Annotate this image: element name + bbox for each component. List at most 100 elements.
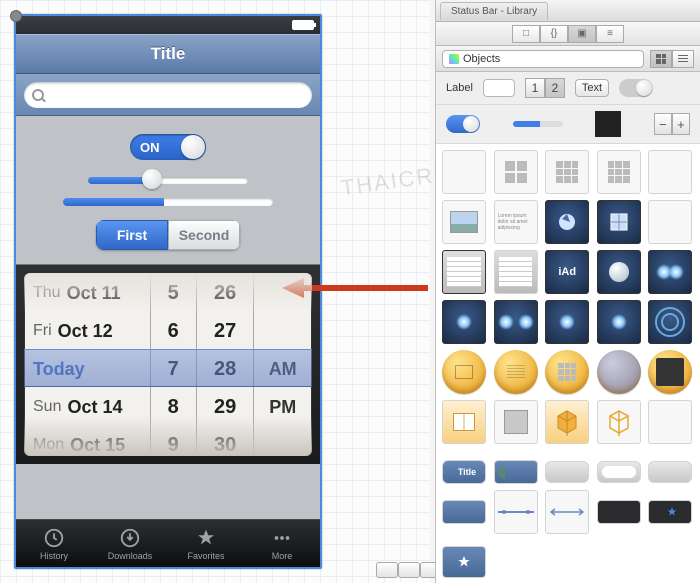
inspector-tab-object[interactable]: ▣: [568, 25, 596, 43]
lib-item-tableview[interactable]: [442, 150, 486, 194]
lib-item-rings[interactable]: [648, 300, 692, 344]
view-mode-toggle[interactable]: [650, 50, 694, 68]
label-sample[interactable]: Label: [446, 82, 473, 94]
inspector-tab-code[interactable]: {}: [540, 25, 568, 43]
progress-bar: [63, 198, 273, 206]
library-panel: Status Bar - Library □ {} ▣ ≡ Objects La…: [435, 0, 700, 583]
iphone-canvas[interactable]: Title ON First Second ThuOct 11 Fri: [14, 14, 322, 569]
lib-item-toolbar[interactable]: [545, 461, 589, 483]
lib-item-imageview[interactable]: [442, 200, 486, 244]
battery-icon: [292, 20, 314, 30]
progress-sample[interactable]: [513, 121, 563, 127]
lib-item-orb5[interactable]: [648, 350, 692, 394]
lib-item-last[interactable]: [442, 546, 486, 578]
lib-item-orb3[interactable]: [545, 350, 589, 394]
library-sample-row-2: −+: [436, 105, 700, 144]
status-bar: [16, 16, 320, 34]
navbar-title: Title: [151, 44, 186, 64]
date-picker[interactable]: ThuOct 11 FriOct 12 Today SunOct 14 MonO…: [16, 264, 320, 464]
lib-item-collection2[interactable]: [597, 150, 641, 194]
lib-item-orb1[interactable]: [442, 350, 486, 394]
lib-item-bluebar2[interactable]: [442, 500, 486, 524]
picker-minute-column[interactable]: 26 27 28 29 30: [196, 274, 254, 455]
lib-item-cube-solid[interactable]: [545, 400, 589, 444]
picker-hour-column[interactable]: 5 6 7 8 9: [150, 274, 196, 455]
lib-item-mapview[interactable]: [597, 200, 641, 244]
lib-item-glow3[interactable]: [494, 300, 538, 344]
lib-item-glow4[interactable]: [545, 300, 589, 344]
star-icon: [195, 527, 217, 549]
stepper-sample[interactable]: −+: [654, 113, 690, 135]
switch-on-sample[interactable]: [446, 115, 480, 133]
lib-item-cube-wire[interactable]: [597, 400, 641, 444]
lib-item-tabitem[interactable]: [648, 500, 692, 524]
canvas-toolbar: [376, 562, 442, 578]
close-handle[interactable]: [10, 10, 22, 22]
lib-item-navitem[interactable]: [494, 460, 538, 484]
tab-more[interactable]: More: [244, 520, 320, 567]
list-view-button[interactable]: [672, 50, 694, 68]
search-icon: [32, 89, 44, 101]
window-tab-bar: Status Bar - Library: [436, 0, 700, 22]
download-icon: [119, 527, 141, 549]
library-sample-row-1: Label 1 2 Text: [436, 72, 700, 105]
search-input[interactable]: [24, 82, 312, 108]
canvas-tool-1[interactable]: [376, 562, 398, 578]
segmented-control[interactable]: First Second: [96, 220, 240, 250]
lib-item-glow5[interactable]: [597, 300, 641, 344]
lib-item-orb2[interactable]: [494, 350, 538, 394]
switch-off-sample[interactable]: [619, 79, 653, 97]
inspector-tab-file[interactable]: □: [512, 25, 540, 43]
switch-label: ON: [140, 140, 160, 155]
lib-item-placeholder[interactable]: [648, 400, 692, 444]
lib-item-baritem[interactable]: [648, 461, 692, 483]
toggle-switch[interactable]: ON: [130, 134, 206, 160]
objects-icon: [449, 54, 459, 64]
lib-item-arrows[interactable]: [545, 490, 589, 534]
tab-downloads[interactable]: Downloads: [92, 520, 168, 567]
lib-item-slider-h[interactable]: [494, 490, 538, 534]
lib-item-searchbar[interactable]: [597, 461, 641, 483]
picker-date-column[interactable]: ThuOct 11 FriOct 12 Today SunOct 14 MonO…: [25, 274, 150, 455]
lib-item-orb-gray[interactable]: [597, 350, 641, 394]
tab-favorites[interactable]: Favorites: [168, 520, 244, 567]
grid-view-button[interactable]: [650, 50, 672, 68]
more-icon: [271, 527, 293, 549]
lib-item-glow2[interactable]: [442, 300, 486, 344]
lib-item-tablecell[interactable]: [494, 150, 538, 194]
rounded-rect-sample[interactable]: [483, 79, 515, 97]
page-control-sample[interactable]: [595, 111, 621, 137]
lib-item-scrollview[interactable]: [648, 200, 692, 244]
lib-item-tabbar-sample[interactable]: [597, 500, 641, 524]
lib-item-cell[interactable]: [648, 150, 692, 194]
slider[interactable]: [88, 174, 248, 184]
segment-first[interactable]: First: [96, 220, 168, 250]
lib-item-webview[interactable]: [545, 200, 589, 244]
navigation-bar: Title: [16, 34, 320, 74]
picker-ampm-column[interactable]: AM PM: [253, 274, 311, 455]
canvas-tool-2[interactable]: [398, 562, 420, 578]
switch-knob: [181, 135, 205, 159]
library-header: Objects: [436, 46, 700, 72]
lib-item-collection[interactable]: [545, 150, 589, 194]
lib-item-navbar[interactable]: Title: [442, 460, 486, 484]
window-tab[interactable]: Status Bar - Library: [440, 2, 548, 20]
lib-item-glkit[interactable]: [597, 250, 641, 294]
segmented-sample[interactable]: 1 2: [525, 78, 565, 98]
text-button-sample[interactable]: Text: [575, 79, 609, 97]
controls-area: ON First Second: [16, 116, 320, 264]
lib-item-square-gray[interactable]: [494, 400, 538, 444]
lib-item-iad[interactable]: iAd: [545, 250, 589, 294]
segment-second[interactable]: Second: [168, 220, 240, 250]
library-dropdown[interactable]: Objects: [442, 50, 644, 68]
lib-item-pickerview[interactable]: [494, 250, 538, 294]
lib-item-datepicker[interactable]: [442, 250, 486, 294]
library-grid[interactable]: Lorem ipsum dolor sit amet adipiscing iA…: [436, 144, 700, 583]
slider-knob[interactable]: [142, 169, 162, 189]
lib-item-textview[interactable]: Lorem ipsum dolor sit amet adipiscing: [494, 200, 538, 244]
lib-item-book[interactable]: [442, 400, 486, 444]
tab-history[interactable]: History: [16, 520, 92, 567]
search-bar: [16, 74, 320, 116]
lib-item-glow1[interactable]: [648, 250, 692, 294]
inspector-tab-media[interactable]: ≡: [596, 25, 624, 43]
